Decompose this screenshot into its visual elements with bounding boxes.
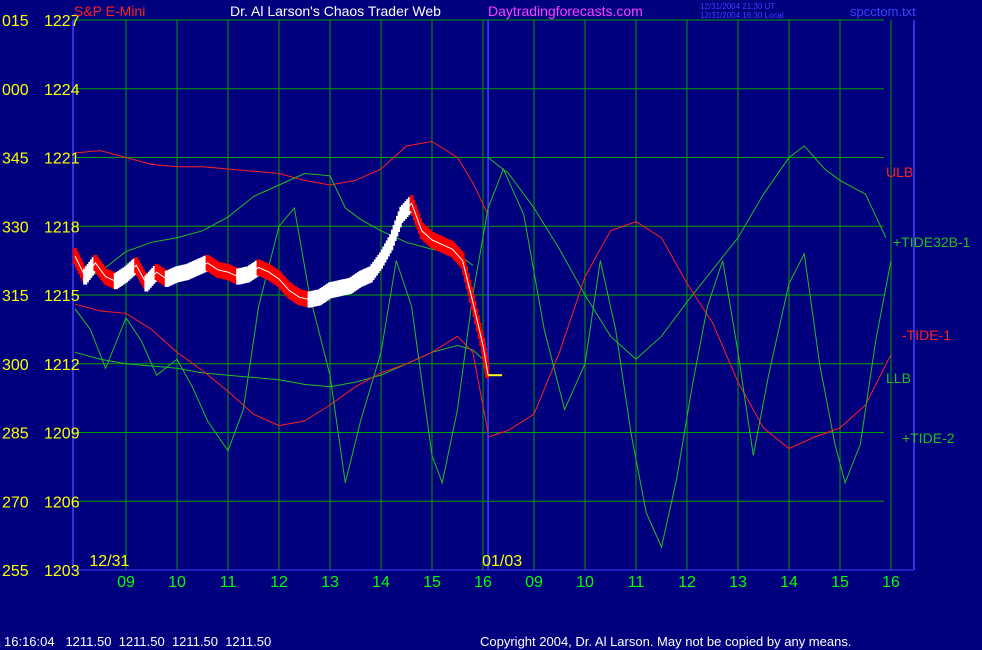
date-label: 01/03: [482, 553, 522, 570]
x-tick-label: 11: [628, 574, 645, 591]
x-tick-label: 13: [321, 574, 339, 591]
y-tick-price: 1209: [44, 426, 80, 443]
y-tick-angle: 300: [2, 357, 29, 374]
x-tick-label: 11: [220, 574, 237, 591]
x-tick-label: 10: [576, 574, 594, 591]
legend-label: LLB: [886, 370, 911, 386]
x-tick-label: 12: [270, 574, 288, 591]
stamp-ut: 12/31/2004 21:30 UT: [700, 2, 775, 11]
x-tick-label: 15: [831, 574, 849, 591]
x-tick-label: 12: [678, 574, 696, 591]
y-tick-price: 1203: [44, 563, 80, 580]
y-tick-price: 1212: [44, 357, 80, 374]
y-tick-angle: 000: [2, 82, 29, 99]
x-tick-label: 09: [525, 574, 543, 591]
y-tick-price: 1221: [44, 151, 80, 168]
y-tick-angle: 255: [2, 563, 29, 580]
legend-label: +TIDE32B-1: [893, 234, 971, 250]
chart-title: Dr. Al Larson's Chaos Trader Web: [230, 3, 441, 19]
copyright-label: Copyright 2004, Dr. Al Larson. May not b…: [480, 634, 851, 649]
chart-area: 015 1227000 1224345 1221330 1218315 1215300 12…: [0, 0, 982, 650]
x-tick-label: 16: [474, 574, 492, 591]
legend-label: +TIDE-2: [902, 430, 955, 446]
site-label: Daytradingforecasts.com: [488, 3, 643, 19]
x-tick-label: 10: [168, 574, 186, 591]
x-tick-label: 13: [729, 574, 747, 591]
legend-label: ULB: [886, 164, 913, 180]
y-tick-price: 1224: [44, 82, 80, 99]
filename-label: spcctom.txt: [850, 4, 916, 19]
date-label: 12/31: [89, 553, 129, 570]
y-tick-price: 1218: [44, 219, 80, 236]
legend-label: -TIDE-1: [902, 327, 951, 343]
y-tick-angle: 330: [2, 219, 29, 236]
y-tick-angle: 285: [2, 426, 29, 443]
x-tick-label: 15: [423, 574, 441, 591]
x-tick-label: 14: [372, 574, 390, 591]
symbol-label: S&P E-Mini: [74, 3, 145, 19]
y-tick-angle: 315: [2, 288, 29, 305]
y-tick-angle: 345: [2, 151, 29, 168]
x-tick-label: 14: [780, 574, 798, 591]
y-tick-price: 1215: [44, 288, 80, 305]
y-tick-angle: 270: [2, 494, 29, 511]
y-tick-angle: 015: [2, 13, 29, 30]
x-tick-label: 09: [117, 574, 135, 591]
quote-readout: 16:16:04 1211.50 1211.50 1211.50 1211.50: [4, 634, 271, 649]
x-tick-label: 16: [882, 574, 900, 591]
y-tick-price: 1206: [44, 494, 80, 511]
stamp-local: 12/31/2004 16:30 Local: [700, 11, 784, 20]
